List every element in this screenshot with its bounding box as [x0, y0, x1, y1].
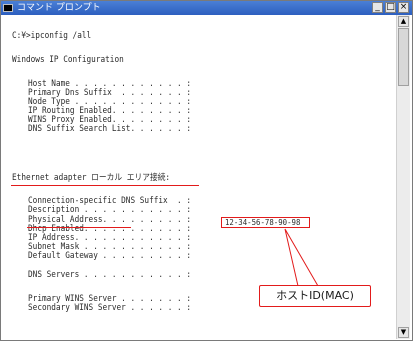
minimize-button[interactable]: _: [372, 2, 383, 13]
default-gateway-line: Default Gateway . . . . . . . . . :: [28, 251, 191, 261]
console-app-icon: [3, 4, 13, 12]
vertical-scrollbar[interactable]: ▲ ▼: [396, 15, 410, 339]
dns-suffix-list-line: DNS Suffix Search List. . . . . . :: [28, 124, 191, 134]
ip-config-header: Windows IP Configuration: [12, 55, 124, 65]
callout-label: ホストID(MAC): [276, 289, 354, 302]
title-bar[interactable]: コマンド プロンプト _ □ ×: [1, 1, 412, 15]
scrollbar-thumb[interactable]: [398, 28, 409, 86]
description-line: Description . . . . . . . . . . . :: [28, 205, 191, 215]
close-button[interactable]: ×: [398, 2, 409, 13]
window-title: コマンド プロンプト: [17, 3, 101, 13]
secondary-wins-line: Secondary WINS Server . . . . . . :: [28, 303, 191, 313]
scroll-down-icon[interactable]: ▼: [398, 327, 409, 338]
dns-servers-line: DNS Servers . . . . . . . . . . . :: [28, 270, 191, 280]
adapter-heading: Ethernet adapter ローカル エリア接続:: [12, 173, 171, 183]
adapter-heading-underline: [11, 185, 199, 186]
scroll-up-icon[interactable]: ▲: [398, 16, 409, 27]
physical-address-underline: [27, 227, 131, 228]
command-line: C:¥>ipconfig /all: [12, 31, 92, 41]
host-id-callout: ホストID(MAC): [259, 285, 371, 307]
maximize-button[interactable]: □: [385, 2, 396, 13]
mac-address-value: 12-34-56-78-90-98: [225, 217, 301, 227]
